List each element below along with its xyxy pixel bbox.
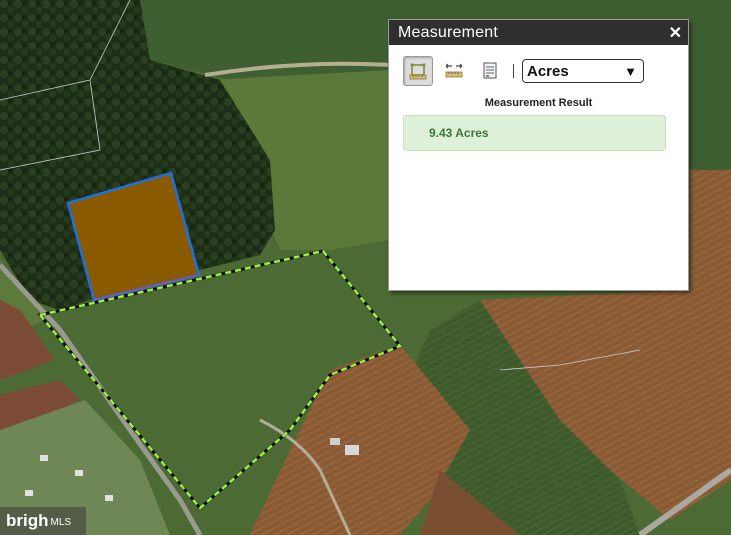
location-button[interactable] [475, 56, 505, 86]
building [40, 455, 48, 461]
location-icon [483, 62, 497, 79]
unit-select-value: Acres [527, 62, 569, 80]
result-box: 9.43 Acres [403, 115, 666, 151]
result-heading: Measurement Result [484, 97, 593, 109]
measure-area-button[interactable] [403, 56, 433, 86]
measurement-toolbar: Acres ▼ [403, 56, 644, 86]
measure-area-icon [409, 63, 427, 80]
measure-distance-button[interactable] [439, 56, 469, 86]
building [75, 470, 83, 476]
toolbar-separator [513, 64, 514, 78]
close-button[interactable]: ✕ [669, 23, 682, 43]
brand-logo: brigh [6, 511, 49, 530]
brand-watermark: brigh MLS [0, 507, 86, 535]
building [330, 438, 340, 445]
building [105, 495, 113, 501]
panel-title: Measurement [398, 23, 499, 41]
measure-distance-icon [445, 63, 463, 78]
result-value: 9.43 Acres [429, 126, 489, 140]
unit-select[interactable]: Acres ▼ [522, 59, 644, 83]
panel-header: Measurement ✕ [389, 20, 688, 45]
brand-suffix: MLS [50, 517, 72, 528]
chevron-down-icon: ▼ [624, 63, 637, 79]
building [345, 445, 359, 455]
building [25, 490, 33, 496]
measurement-panel: Measurement ✕ Acres ▼ Measurement Result… [388, 19, 689, 291]
